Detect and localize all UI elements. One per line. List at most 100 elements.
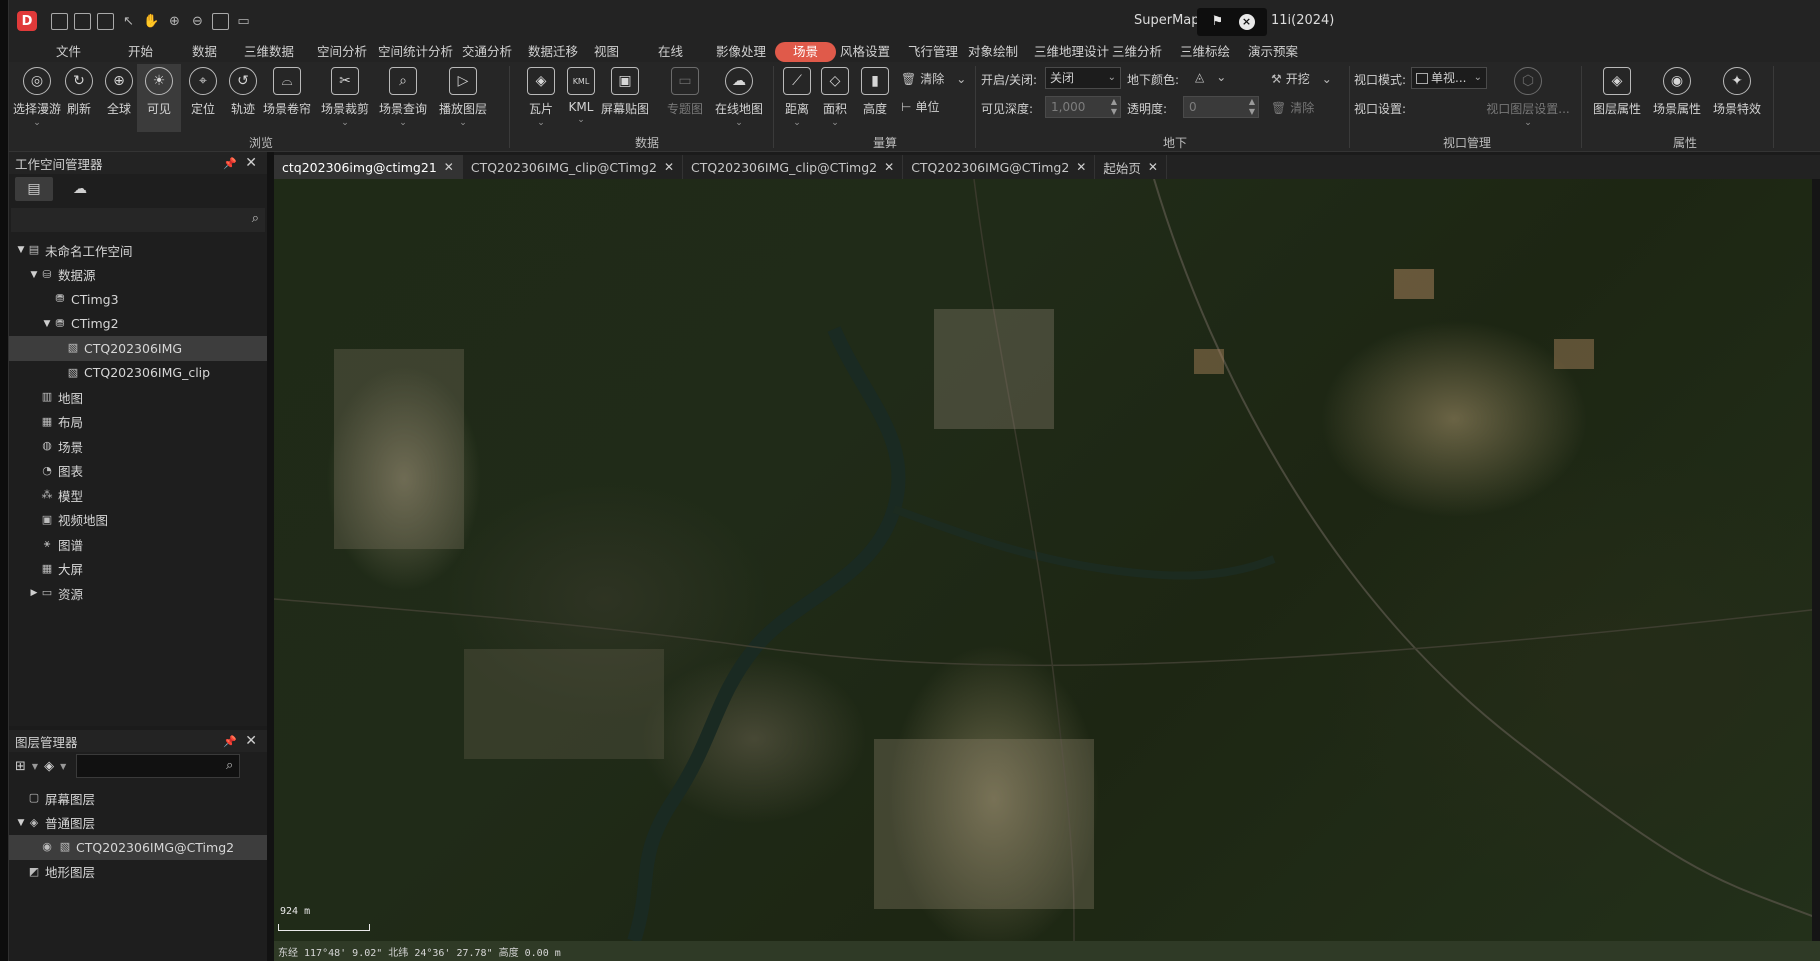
document-tab[interactable]: CTQ202306IMG_clip@CTimg2 ✕ (683, 155, 904, 179)
tree-item[interactable]: ⚹ 图谱 (9, 532, 267, 557)
zoom-in-icon[interactable]: ⊕ (166, 13, 183, 30)
tree-item[interactable]: ▥ 地图 (9, 385, 267, 410)
tree-item[interactable]: ▦ 大屏 (9, 557, 267, 582)
online-map-button[interactable]: ☁ 在线地图 ⌄ (715, 64, 763, 132)
tree-item[interactable]: ▼ ⛃ CTimg2 (9, 312, 267, 337)
globe-button[interactable]: ⊕ 全球 (97, 64, 141, 132)
chevron-down-icon[interactable]: ▼ (15, 818, 27, 828)
scene-properties-button[interactable]: ◉ 场景属性 (1649, 64, 1705, 132)
transparency-input[interactable]: 0 ▲ ▼ (1183, 96, 1259, 118)
close-tab-icon[interactable]: ✕ (1148, 160, 1158, 174)
tree-item[interactable]: ◔ 图表 (9, 459, 267, 484)
tree-item[interactable]: ▣ 视频地图 (9, 508, 267, 533)
pan-icon[interactable]: ✋ (143, 13, 160, 30)
tree-item[interactable]: ▦ 布局 (9, 410, 267, 435)
menu-item[interactable]: 视图 (581, 42, 632, 62)
close-tab-icon[interactable]: ✕ (664, 160, 674, 174)
close-icon[interactable]: ✕ (245, 733, 257, 749)
track-button[interactable]: ↺ 轨迹 (221, 64, 265, 132)
menu-item[interactable]: 三维数据 (231, 42, 307, 62)
tree-item[interactable]: ▶ ▭ 资源 (9, 581, 267, 606)
tree-item[interactable]: ◍ 场景 (9, 434, 267, 459)
full-extent-icon[interactable] (212, 12, 229, 30)
scene-swipe-button[interactable]: ⌓ 场景卷帘 (263, 64, 311, 132)
document-tab[interactable]: CTQ202306IMG@CTimg2 ✕ (903, 155, 1096, 179)
chevron-down-icon[interactable]: ▼ (60, 762, 66, 771)
add-layer-icon[interactable]: ⊞ (15, 759, 26, 774)
menu-item[interactable]: 在线 (645, 42, 696, 62)
select-roam-button[interactable]: ◎ 选择漫游 ⌄ (13, 64, 61, 132)
excavate-button[interactable]: ⚒ 开挖 ⌄ (1271, 70, 1332, 87)
document-tab[interactable]: ctq202306img@ctimg21 ✕ (274, 155, 463, 179)
unit-button[interactable]: ⊢ 单位 (901, 98, 939, 115)
visible-depth-input[interactable]: 1,000 ▲ ▼ (1045, 96, 1121, 118)
tree-item[interactable]: ▢ 屏幕图层 (9, 786, 267, 811)
save-icon[interactable] (51, 12, 68, 30)
panel-splitter[interactable] (267, 152, 274, 961)
tree-item[interactable]: ▼ ◈ 普通图层 (9, 811, 267, 836)
flag-icon[interactable]: ⚑ (1210, 14, 1226, 30)
eye-icon[interactable]: ◉ (40, 841, 54, 853)
kml-button[interactable]: KML KML ⌄ (559, 64, 603, 132)
scene-effects-button[interactable]: ✦ 场景特效 (1709, 64, 1765, 132)
document-tab[interactable]: CTQ202306IMG_clip@CTimg2 ✕ (463, 155, 684, 179)
play-layer-button[interactable]: ▷ 播放图层 ⌄ (439, 64, 487, 132)
menu-item[interactable]: 文件 (43, 42, 94, 62)
workspace-search-input[interactable]: ⌕ (11, 208, 265, 232)
locate-button[interactable]: ⌖ 定位 (181, 64, 225, 132)
tree-item[interactable]: ◉ ▧ CTQ202306IMG@CTimg2 (9, 835, 267, 860)
height-button[interactable]: ▮ 高度 (853, 64, 897, 132)
tree-item[interactable]: ◩ 地形图层 (9, 860, 267, 885)
chevron-down-icon[interactable]: ▼ (32, 762, 38, 771)
close-icon[interactable]: × (1238, 14, 1255, 30)
close-tab-icon[interactable]: ✕ (1076, 160, 1086, 174)
layer-search-input[interactable]: ⌕ (76, 754, 241, 778)
tree-item[interactable]: ⁂ 模型 (9, 483, 267, 508)
chevron-down-icon[interactable]: ▼ (15, 245, 27, 255)
visible-button[interactable]: ☀ 可见 (137, 64, 181, 132)
layer-style-icon[interactable]: ◈ (44, 759, 54, 774)
refresh-button[interactable]: ↻ 刷新 (57, 64, 101, 132)
tab-workspace-tree[interactable]: ▤ (15, 177, 53, 201)
tree-item[interactable]: ▼ ▤ 未命名工作空间 (9, 238, 267, 263)
viewport-mode-select[interactable]: 单视... ⌄ (1411, 67, 1487, 89)
menu-item[interactable]: 对象绘制 (955, 42, 1031, 62)
menu-item[interactable]: 数据 (179, 42, 230, 62)
viewport-layer-settings-button[interactable]: ⬡ 视口图层设置... ⌄ (1485, 64, 1571, 132)
scene-query-button[interactable]: ⌕ 场景查询 ⌄ (379, 64, 427, 132)
select-icon[interactable]: ↖ (120, 13, 137, 30)
chevron-down-icon[interactable]: ▼ (28, 270, 40, 280)
tree-item[interactable]: ▧ CTQ202306IMG_clip (9, 361, 267, 386)
tab-cloud-workspace[interactable]: ☁ (61, 177, 99, 201)
area-button[interactable]: ◇ 面积 ⌄ (813, 64, 857, 132)
close-tab-icon[interactable]: ✕ (444, 160, 454, 174)
tree-item[interactable]: ▧ CTQ202306IMG (9, 336, 267, 361)
document-tab[interactable]: 起始页 ✕ (1095, 155, 1167, 179)
vertical-scrollbar[interactable] (1812, 179, 1820, 941)
workspace-icon[interactable] (97, 12, 114, 30)
chevron-right-icon[interactable]: ▶ (28, 588, 40, 598)
pin-icon[interactable]: 📌 (223, 735, 237, 748)
menu-item[interactable]: 开始 (115, 42, 166, 62)
zoom-out-icon[interactable]: ⊖ (189, 13, 206, 30)
layer-properties-button[interactable]: ◈ 图层属性 (1589, 64, 1645, 132)
menu-item[interactable]: 交通分析 (449, 42, 525, 62)
menu-item[interactable]: 影像处理 (703, 42, 779, 62)
menu-item[interactable]: 演示预案 (1235, 42, 1311, 62)
open-folder-icon[interactable]: ▭ (235, 13, 252, 30)
close-tab-icon[interactable]: ✕ (884, 160, 894, 174)
menu-item[interactable]: 三维分析 (1099, 42, 1175, 62)
menu-item[interactable]: 风格设置 (827, 42, 903, 62)
save-as-icon[interactable] (74, 12, 91, 30)
menu-item[interactable]: 三维标绘 (1167, 42, 1243, 62)
scene-view[interactable] (274, 179, 1820, 941)
thematic-map-button[interactable]: ▭ 专题图 (663, 64, 707, 132)
tree-item[interactable]: ▼ ⛁ 数据源 (9, 263, 267, 288)
tree-item[interactable]: ⛃ CTimg3 (9, 287, 267, 312)
measure-clear-button[interactable]: 🗑 清除 ⌄ (901, 70, 966, 87)
close-icon[interactable]: ✕ (245, 155, 257, 171)
underground-color-picker[interactable]: ◬ ⌄ (1195, 70, 1226, 84)
menu-item[interactable]: 数据迁移 (515, 42, 591, 62)
chevron-down-icon[interactable]: ▼ (41, 319, 53, 329)
screen-overlay-button[interactable]: ▣ 屏幕贴图 (601, 64, 649, 132)
